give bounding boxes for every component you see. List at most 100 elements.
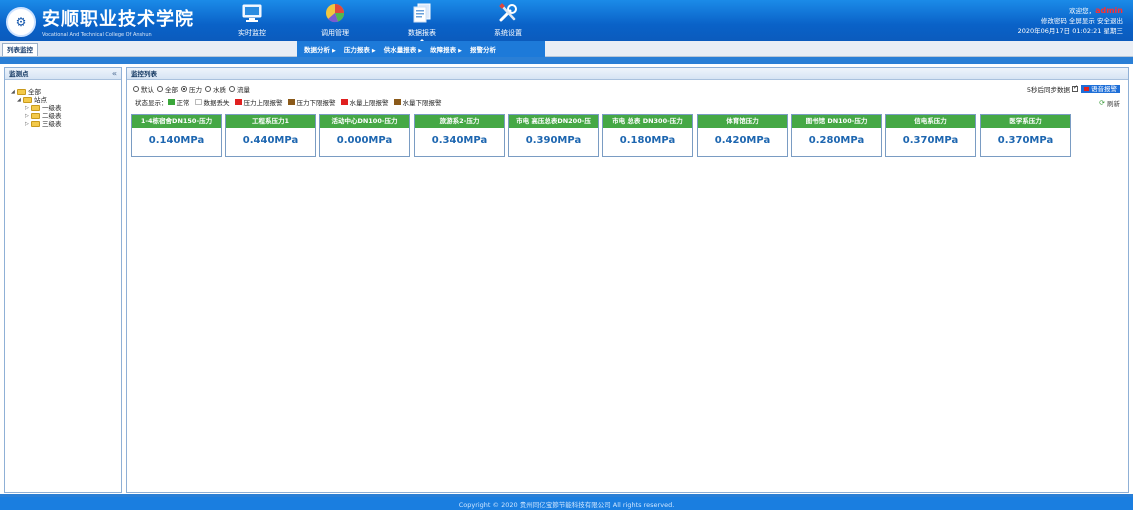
monitor-card[interactable]: 图书馆 DN100-压力 0.280MPa bbox=[791, 114, 882, 157]
card-title: 旅游系2-压力 bbox=[415, 115, 504, 128]
folder-icon bbox=[17, 89, 26, 95]
monitor-card[interactable]: 体育馆压力 0.420MPa bbox=[697, 114, 788, 157]
card-value: 0.180MPa bbox=[619, 135, 676, 146]
radio-label: 流量 bbox=[237, 86, 250, 94]
voice-alarm-button[interactable]: 语音报警 bbox=[1081, 85, 1120, 93]
card-title: 体育馆压力 bbox=[698, 115, 787, 128]
panel-header: 监控列表 bbox=[127, 68, 1128, 80]
swatch-red bbox=[234, 99, 242, 105]
report-label: 供水量报表 bbox=[383, 46, 417, 54]
card-value: 0.370MPa bbox=[902, 135, 959, 146]
report-label: 压力报表 bbox=[343, 46, 370, 54]
arrow-right-icon: ▶ bbox=[371, 48, 376, 54]
top-header: ⚙ 安顺职业技术学院 Vocational And Technical Coll… bbox=[0, 0, 1133, 41]
radio-water-quality[interactable]: 水质 bbox=[205, 84, 226, 94]
college-name-en: Vocational And Technical College Of Ansh… bbox=[42, 32, 152, 38]
legend-normal: 正常 bbox=[167, 97, 190, 107]
radio-label: 全部 bbox=[165, 86, 178, 94]
nav-label: 系统设置 bbox=[494, 29, 522, 37]
radio-label: 压力 bbox=[189, 86, 202, 94]
tree-node-level-2[interactable]: ▷ 二级表 bbox=[11, 112, 121, 120]
legend-water-low: 水量下限报警 bbox=[393, 97, 442, 107]
report-label: 报警分析 bbox=[469, 46, 496, 54]
report-label: 故障报表 bbox=[430, 46, 457, 54]
radio-checked-icon bbox=[181, 86, 187, 92]
legend-label: 正常 bbox=[176, 99, 190, 107]
report-alarm-analysis[interactable]: 报警分析 bbox=[470, 44, 496, 54]
monitor-card[interactable]: 旅游系2-压力 0.340MPa bbox=[414, 114, 505, 157]
tools-icon bbox=[496, 2, 520, 24]
type-filter: 默认 全部 压力 水质 流量 bbox=[133, 84, 253, 94]
swatch-green bbox=[167, 99, 175, 105]
report-icon bbox=[410, 2, 434, 24]
radio-flow[interactable]: 流量 bbox=[229, 84, 250, 94]
refresh-button[interactable]: ⟳ 刷新 bbox=[1099, 98, 1120, 108]
copyright: Copyright © 2020 贵州同亿宝節节能科技有限公司 All righ… bbox=[458, 501, 675, 509]
sync-checkbox[interactable] bbox=[1072, 84, 1078, 92]
legend-water-high: 水量上限报警 bbox=[340, 97, 389, 107]
swatch-brown bbox=[287, 99, 295, 105]
speaker-icon bbox=[1084, 87, 1089, 91]
panel-header: 监测点 « bbox=[5, 68, 121, 80]
radio-circle-icon bbox=[133, 86, 139, 92]
radio-label: 默认 bbox=[141, 86, 154, 94]
legend-label: 水量上限报警 bbox=[349, 99, 389, 107]
card-title: 1-4栋宿舍DN150-压力 bbox=[132, 115, 221, 128]
legend-label: 数据丢失 bbox=[203, 99, 230, 107]
collapse-left-icon[interactable]: « bbox=[112, 68, 117, 80]
tree-label: 站点 bbox=[34, 96, 47, 104]
card-title: 工程系压力1 bbox=[226, 115, 315, 128]
nav-data-report[interactable]: 数据报表 bbox=[392, 2, 452, 42]
monitor-card[interactable]: 活动中心DN100-压力 0.000MPa bbox=[319, 114, 410, 157]
logout-link[interactable]: 安全退出 bbox=[1097, 17, 1123, 25]
status-legend: 状态显示： 正常 数据丢失 压力上限报警 压力下限报警 水量上限报警 水量下限报… bbox=[135, 97, 447, 107]
sub-navigation-bar: 列表监控 数据分析 ▶ 压力报表 ▶ 供水量报表 ▶ 故障报表 ▶ 报警分析 bbox=[0, 41, 1133, 57]
tree-node-level-3[interactable]: ▷ 三级表 bbox=[11, 120, 121, 128]
panel-title: 监控列表 bbox=[131, 70, 157, 78]
radio-default[interactable]: 默认 bbox=[133, 84, 154, 94]
card-title: 活动中心DN100-压力 bbox=[320, 115, 409, 128]
college-name: 安顺职业技术学院 bbox=[42, 9, 194, 30]
folder-icon bbox=[31, 121, 40, 127]
card-value: 0.000MPa bbox=[336, 135, 393, 146]
user-area: 欢迎您，admin 修改密码 全屏显示 安全退出 2020年06月17日 01:… bbox=[1018, 6, 1123, 36]
change-password-link[interactable]: 修改密码 bbox=[1041, 17, 1067, 25]
tree-node-level-1[interactable]: ▷ 一级表 bbox=[11, 104, 121, 112]
report-water-supply[interactable]: 供水量报表 ▶ bbox=[384, 44, 422, 54]
folder-icon bbox=[31, 105, 40, 111]
refresh-icon: ⟳ bbox=[1099, 99, 1105, 107]
radio-circle-icon bbox=[229, 86, 235, 92]
monitor-tree: ◢ 全部 ◢ 站点 ▷ 一级表 ▷ 二级表 ▷ 三级表 bbox=[5, 80, 121, 128]
monitor-card[interactable]: 市电 高压总表DN200-压 0.390MPa bbox=[508, 114, 599, 157]
datetime: 2020年06月17日 01:02:21 星期三 bbox=[1017, 27, 1123, 35]
tab-list-monitor[interactable]: 列表监控 bbox=[2, 43, 38, 56]
swatch-white bbox=[194, 99, 202, 105]
pie-chart-icon bbox=[323, 2, 347, 24]
legend-label: 压力上限报警 bbox=[243, 99, 283, 107]
card-title: 信电系压力 bbox=[886, 115, 975, 128]
monitor-card[interactable]: 1-4栋宿舍DN150-压力 0.140MPa bbox=[131, 114, 222, 157]
fullscreen-link[interactable]: 全屏显示 bbox=[1069, 17, 1095, 25]
radio-all[interactable]: 全部 bbox=[157, 84, 178, 94]
nav-realtime-monitor[interactable]: 实时监控 bbox=[222, 2, 282, 38]
radio-pressure[interactable]: 压力 bbox=[181, 84, 202, 94]
folder-icon bbox=[23, 97, 32, 103]
tree-node-station[interactable]: ◢ 站点 bbox=[11, 96, 121, 104]
report-fault[interactable]: 故障报表 ▶ bbox=[430, 44, 462, 54]
monitor-card[interactable]: 工程系压力1 0.440MPa bbox=[225, 114, 316, 157]
monitor-card[interactable]: 市电 总表 DN300-压力 0.180MPa bbox=[602, 114, 693, 157]
nav-system-settings[interactable]: 系统设置 bbox=[478, 2, 538, 38]
card-title: 图书馆 DN100-压力 bbox=[792, 115, 881, 128]
card-title: 市电 高压总表DN200-压 bbox=[509, 115, 598, 128]
nav-call-management[interactable]: 调用管理 bbox=[305, 2, 365, 38]
report-data-analysis[interactable]: 数据分析 ▶ bbox=[304, 44, 336, 54]
monitor-icon bbox=[240, 2, 264, 24]
folder-icon bbox=[31, 113, 40, 119]
legend-pressure-high: 压力上限报警 bbox=[234, 97, 283, 107]
tree-node-all[interactable]: ◢ 全部 bbox=[11, 88, 121, 96]
monitor-card[interactable]: 医学系压力 0.370MPa bbox=[980, 114, 1071, 157]
report-pressure[interactable]: 压力报表 ▶ bbox=[344, 44, 376, 54]
sync-label: 5秒后同步数据 bbox=[1026, 86, 1070, 94]
arrow-right-icon: ▶ bbox=[458, 48, 462, 54]
monitor-card[interactable]: 信电系压力 0.370MPa bbox=[885, 114, 976, 157]
